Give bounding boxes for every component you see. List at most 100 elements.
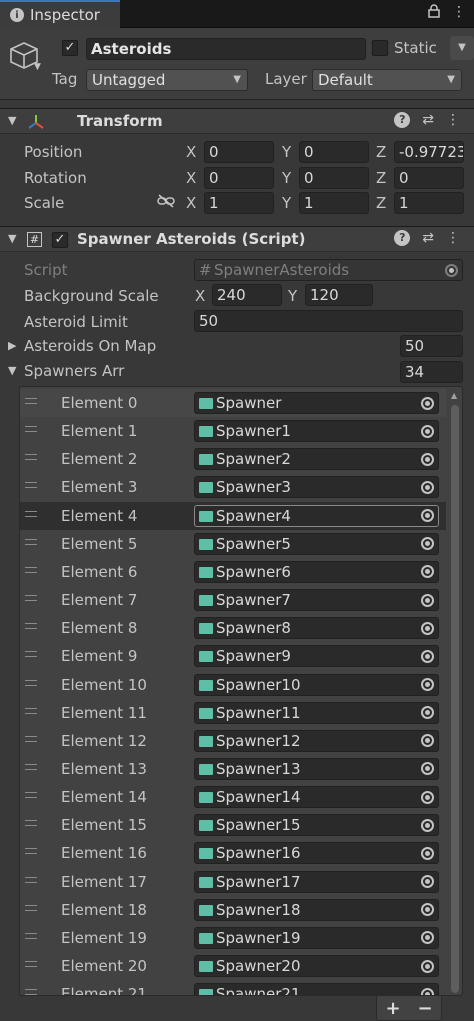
- settings-sliders-icon[interactable]: ⇄: [422, 112, 434, 128]
- element-object-field[interactable]: Spawner10: [194, 673, 439, 696]
- link-scale-icon[interactable]: [157, 194, 175, 212]
- element-object-field[interactable]: Spawner13: [194, 757, 439, 780]
- object-picker-icon[interactable]: [416, 506, 438, 526]
- drag-handle-icon[interactable]: [25, 679, 37, 686]
- element-object-field[interactable]: Spawner8: [194, 617, 439, 640]
- object-picker-icon[interactable]: [416, 393, 438, 413]
- spawner-header[interactable]: ▼ # ✓ Spawner Asteroids (Script) ? ⇄ ⋮: [0, 226, 474, 252]
- spawners-arr-label[interactable]: Spawners Arr: [24, 362, 124, 380]
- object-picker-icon[interactable]: [416, 900, 438, 920]
- object-picker-icon[interactable]: [416, 590, 438, 610]
- rotation-y-field[interactable]: 0: [299, 167, 369, 189]
- list-item[interactable]: Element 20 Spawner20: [20, 952, 446, 980]
- help-icon[interactable]: ?: [394, 112, 411, 128]
- list-item[interactable]: Element 9 Spawner9: [20, 642, 446, 670]
- element-object-field[interactable]: Spawner18: [194, 898, 439, 921]
- drag-handle-icon[interactable]: [25, 989, 37, 995]
- element-object-field[interactable]: Spawner20: [194, 955, 439, 977]
- drag-handle-icon[interactable]: [25, 763, 37, 770]
- scroll-up-arrow-icon[interactable]: ▲: [451, 391, 457, 400]
- object-picker-icon[interactable]: [416, 477, 438, 497]
- element-object-field[interactable]: Spawner1: [194, 420, 439, 443]
- icon-dropdown-arrow-icon[interactable]: ▼: [34, 62, 41, 72]
- object-picker-icon[interactable]: [416, 731, 438, 751]
- object-picker-icon[interactable]: [416, 646, 438, 666]
- drag-handle-icon[interactable]: [25, 876, 37, 883]
- drag-handle-icon[interactable]: [25, 398, 37, 404]
- drag-handle-icon[interactable]: [25, 961, 37, 967]
- fold-arrow-icon[interactable]: ▼: [8, 364, 16, 377]
- object-picker-icon[interactable]: [416, 759, 438, 779]
- list-item[interactable]: Element 3 Spawner3: [20, 473, 446, 501]
- list-item[interactable]: Element 19 Spawner19: [20, 924, 446, 952]
- object-picker-icon[interactable]: [416, 675, 438, 695]
- object-picker-icon[interactable]: [416, 956, 438, 976]
- fold-arrow-icon[interactable]: ▼: [8, 232, 16, 245]
- position-z-field[interactable]: -0.97723: [394, 141, 464, 163]
- lock-icon[interactable]: [428, 4, 440, 22]
- layer-dropdown[interactable]: Default ▼: [312, 69, 462, 91]
- fold-arrow-icon[interactable]: ▼: [8, 114, 16, 127]
- drag-handle-icon[interactable]: [25, 482, 37, 489]
- list-item[interactable]: Element 14 Spawner14: [20, 783, 446, 811]
- element-object-field[interactable]: Spawner12: [194, 729, 439, 752]
- object-picker-icon[interactable]: [416, 928, 438, 948]
- object-picker-icon[interactable]: [416, 872, 438, 892]
- element-object-field[interactable]: Spawner3: [194, 476, 439, 499]
- position-x-field[interactable]: 0: [204, 141, 274, 163]
- list-item[interactable]: Element 16 Spawner16: [20, 839, 446, 867]
- object-picker-icon[interactable]: [416, 843, 438, 863]
- list-item[interactable]: Element 17 Spawner17: [20, 868, 446, 896]
- drag-handle-icon[interactable]: [25, 454, 37, 461]
- scale-x-field[interactable]: 1: [204, 192, 274, 214]
- element-object-field[interactable]: Spawner6: [194, 560, 439, 583]
- object-picker-icon[interactable]: [416, 703, 438, 723]
- list-item[interactable]: Element 13 Spawner13: [20, 755, 446, 783]
- element-object-field[interactable]: Spawner11: [194, 701, 439, 724]
- element-object-field[interactable]: Spawner17: [194, 870, 439, 893]
- list-item[interactable]: Element 2 Spawner2: [20, 445, 446, 473]
- tab-inspector[interactable]: i Inspector: [0, 0, 120, 28]
- transform-header[interactable]: ▼ Transform ? ⇄ ⋮: [0, 108, 474, 134]
- list-item[interactable]: Element 18 Spawner18: [20, 896, 446, 924]
- element-object-field[interactable]: Spawner2: [194, 448, 439, 471]
- drag-handle-icon[interactable]: [25, 820, 37, 827]
- remove-element-button[interactable]: −: [417, 998, 432, 1019]
- drag-handle-icon[interactable]: [25, 566, 37, 573]
- element-object-field[interactable]: Spawner9: [194, 645, 439, 668]
- kebab-menu-icon[interactable]: ⋮: [446, 112, 460, 128]
- element-object-field[interactable]: Spawner21: [194, 983, 439, 995]
- object-picker-icon[interactable]: [416, 421, 438, 441]
- element-object-field[interactable]: Spawner15: [194, 814, 439, 837]
- position-y-field[interactable]: 0: [299, 141, 369, 163]
- object-picker-icon[interactable]: [416, 562, 438, 582]
- drag-handle-icon[interactable]: [25, 904, 37, 911]
- drag-handle-icon[interactable]: [25, 932, 37, 939]
- element-object-field[interactable]: Spawner16: [194, 842, 439, 865]
- rotation-z-field[interactable]: 0: [394, 167, 464, 189]
- drag-handle-icon[interactable]: [25, 426, 37, 433]
- object-picker-icon[interactable]: [416, 534, 438, 554]
- bg-scale-x-field[interactable]: 240: [212, 284, 282, 306]
- list-item[interactable]: Element 5 Spawner5: [20, 530, 446, 558]
- rotation-x-field[interactable]: 0: [204, 167, 274, 189]
- spawners-arr-size-field[interactable]: 34: [400, 361, 463, 383]
- settings-sliders-icon[interactable]: ⇄: [422, 230, 434, 246]
- drag-handle-icon[interactable]: [25, 595, 37, 602]
- help-icon[interactable]: ?: [394, 230, 411, 246]
- drag-handle-icon[interactable]: [25, 623, 37, 630]
- scale-z-field[interactable]: 1: [394, 192, 464, 214]
- static-dropdown-icon[interactable]: ▼: [450, 36, 474, 60]
- list-item[interactable]: Element 21 Spawner21: [20, 980, 446, 995]
- drag-handle-icon[interactable]: [25, 735, 37, 742]
- drag-handle-icon[interactable]: [25, 707, 37, 714]
- list-item[interactable]: Element 7 Spawner7: [20, 586, 446, 614]
- drag-handle-icon[interactable]: [25, 510, 37, 517]
- element-object-field[interactable]: Spawner19: [194, 926, 439, 949]
- bg-scale-y-field[interactable]: 120: [305, 284, 373, 306]
- tag-dropdown[interactable]: Untagged ▼: [86, 69, 248, 91]
- object-picker-icon[interactable]: [416, 984, 438, 995]
- drag-handle-icon[interactable]: [25, 651, 37, 658]
- scale-y-field[interactable]: 1: [299, 192, 369, 214]
- list-item[interactable]: Element 0 Spawner: [20, 389, 446, 417]
